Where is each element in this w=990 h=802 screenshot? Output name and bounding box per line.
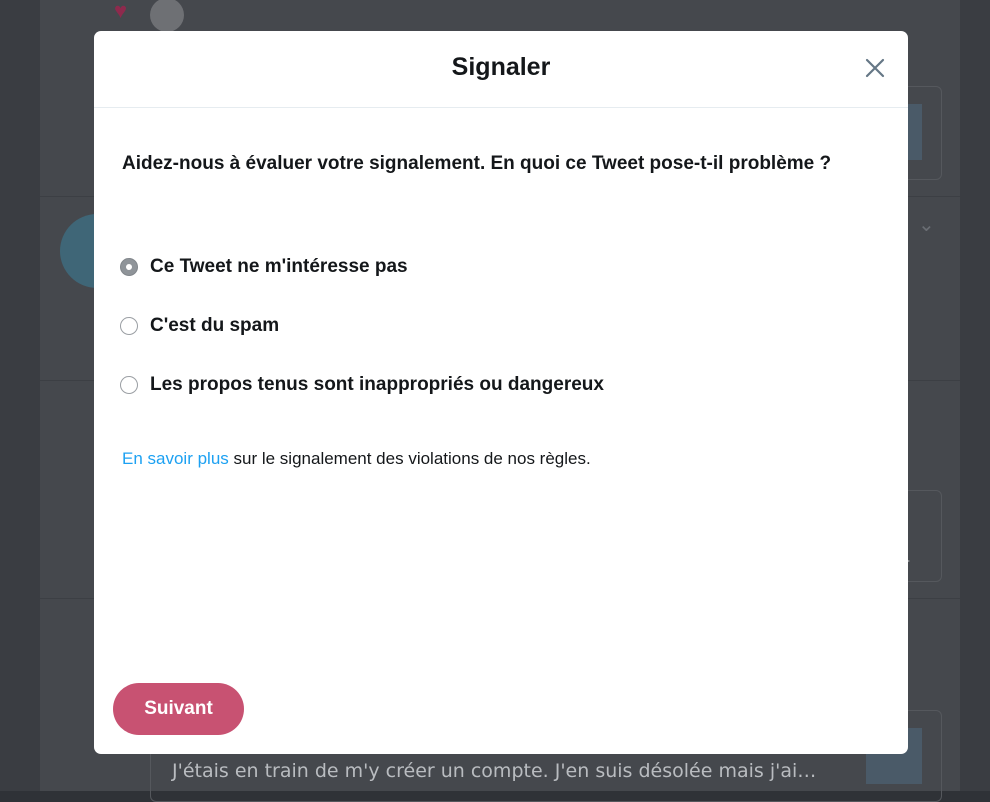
close-icon <box>865 58 885 78</box>
radio-button[interactable] <box>120 376 138 394</box>
learn-more-line: En savoir plus sur le signalement des vi… <box>122 449 591 469</box>
dialog-title: Signaler <box>451 53 551 81</box>
learn-more-text: sur le signalement des violations de nos… <box>228 449 591 468</box>
radio-button[interactable] <box>120 258 138 276</box>
learn-more-link[interactable]: En savoir plus <box>122 449 229 468</box>
tweet-text: J'étais en train de m'y créer un compte.… <box>172 760 817 782</box>
report-question: Aidez-nous à évaluer votre signalement. … <box>122 153 832 174</box>
option-label: Ce Tweet ne m'intéresse pas <box>150 256 408 277</box>
chevron-down-icon: ⌄ <box>918 214 935 236</box>
report-option-spam[interactable]: C'est du spam <box>120 313 279 339</box>
report-option-not-interested[interactable]: Ce Tweet ne m'intéresse pas <box>120 254 408 280</box>
next-button[interactable]: Suivant <box>113 683 244 735</box>
report-dialog: Signaler Aidez-nous à évaluer votre sign… <box>94 31 908 754</box>
option-label: Les propos tenus sont inappropriés ou da… <box>150 374 604 395</box>
option-label: C'est du spam <box>150 315 280 336</box>
dialog-header: Signaler <box>94 31 908 108</box>
close-button[interactable] <box>862 55 888 81</box>
radio-button[interactable] <box>120 317 138 335</box>
heart-icon: ♥ <box>114 0 128 23</box>
report-option-abusive[interactable]: Les propos tenus sont inappropriés ou da… <box>120 372 604 398</box>
